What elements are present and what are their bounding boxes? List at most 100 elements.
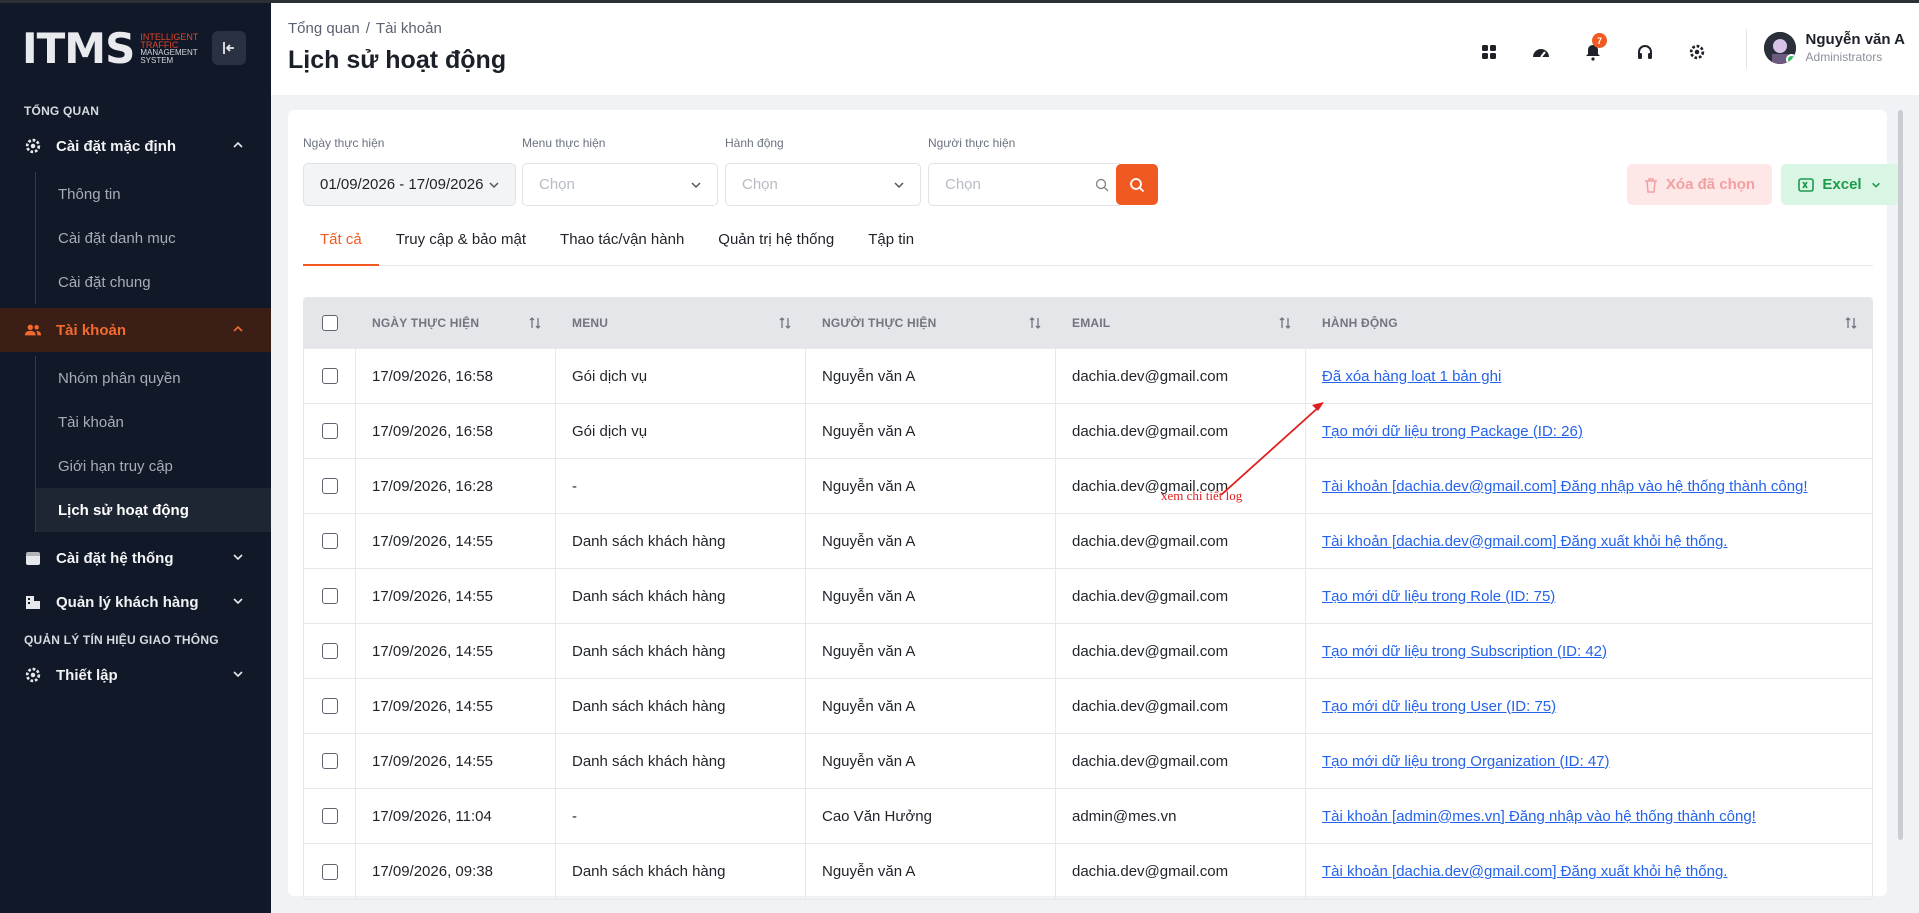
delete-selected-label: Xóa đã chọn (1665, 176, 1756, 193)
nav-default-settings[interactable]: Cài đặt mặc định (0, 124, 271, 168)
cell-email: dachia.dev@gmail.com (1056, 569, 1306, 623)
action-detail-link[interactable]: Đã xóa hàng loạt 1 bản ghi (1322, 368, 1501, 385)
table-row: 17/09/2026, 14:55 Danh sách khách hàng Ngu… (304, 569, 1872, 624)
row-checkbox[interactable] (321, 588, 338, 604)
sidebar: ITMS INTELLIGENT TRAFFIC MANAGEMENT SYST… (0, 3, 271, 913)
chevron-up-icon (233, 325, 243, 332)
sidebar-item-general-settings[interactable]: Cài đặt chung (0, 260, 271, 304)
col-action[interactable]: HÀNH ĐỘNG (1306, 298, 1872, 348)
excel-icon (1798, 177, 1815, 192)
user-info: Nguyễn văn A Administrators (1806, 31, 1905, 65)
excel-export-button[interactable]: Excel (1781, 164, 1899, 205)
table-row: 17/09/2026, 14:55 Danh sách khách hàng Ngu… (304, 679, 1872, 734)
row-checkbox[interactable] (321, 863, 338, 880)
cell-date: 17/09/2026, 16:58 (356, 404, 556, 458)
row-select-cell (304, 404, 356, 458)
action-select[interactable]: Chọn (725, 163, 921, 206)
action-detail-link[interactable]: Tài khoản [admin@mes.vn] Đăng nhập vào h… (1322, 808, 1756, 825)
action-detail-link[interactable]: Tạo mới dữ liệu trong Subscription (ID: … (1322, 643, 1607, 660)
cell-user: Nguyễn văn A (806, 514, 1056, 568)
cell-user: Cao Văn Hưởng (806, 789, 1056, 843)
tab-all[interactable]: Tất cả (303, 228, 379, 266)
action-detail-link[interactable]: Tạo mới dữ liệu trong Package (ID: 26) (1322, 423, 1583, 440)
table-row: 17/09/2026, 16:58 Gói dịch vụ Nguyễn văn A… (304, 349, 1872, 404)
collapse-sidebar-button[interactable] (212, 31, 246, 65)
search-button[interactable] (1116, 164, 1158, 205)
col-action-label: HÀNH ĐỘNG (1322, 316, 1398, 330)
row-checkbox[interactable] (321, 423, 338, 439)
cell-user: Nguyễn văn A (806, 404, 1056, 458)
sidebar-item-category-settings[interactable]: Cài đặt danh mục (0, 216, 271, 260)
tab-operations[interactable]: Thao tác/vận hành (543, 228, 701, 266)
sidebar-item-activity-history[interactable]: Lịch sử hoạt động (35, 488, 271, 532)
row-checkbox[interactable] (321, 368, 338, 384)
date-range-picker[interactable]: 01/09/2026 - 17/09/2026 (303, 163, 516, 206)
nav-setup-label: Thiết lập (56, 666, 118, 684)
nav-default-settings-label: Cài đặt mặc định (56, 137, 177, 155)
delete-selected-button[interactable]: Xóa đã chọn (1627, 164, 1772, 205)
nav-accounts[interactable]: Tài khoản (0, 308, 271, 352)
cell-menu: Danh sách khách hàng (556, 569, 806, 623)
sidebar-item-access-limits[interactable]: Giới hạn truy cập (0, 444, 271, 488)
logo: ITMS INTELLIGENT TRAFFIC MANAGEMENT SYST… (22, 28, 200, 70)
cell-action: Tạo mới dữ liệu trong Subscription (ID: … (1306, 624, 1872, 678)
tab-access-security[interactable]: Truy cập & bảo mật (379, 228, 543, 266)
action-detail-link[interactable]: Tài khoản [dachia.dev@gmail.com] Đăng xu… (1322, 533, 1727, 550)
cell-menu: Danh sách khách hàng (556, 624, 806, 678)
cell-date: 17/09/2026, 11:04 (356, 789, 556, 843)
select-all-cell (304, 298, 356, 348)
breadcrumb-overview[interactable]: Tổng quan (288, 20, 360, 37)
select-all-checkbox[interactable] (322, 315, 338, 331)
cell-user: Nguyễn văn A (806, 624, 1056, 678)
row-checkbox[interactable] (321, 478, 338, 494)
row-checkbox[interactable] (321, 808, 338, 824)
sidebar-item-permission-groups[interactable]: Nhóm phân quyền (0, 356, 271, 400)
dashboard-button[interactable] (1515, 37, 1567, 67)
action-detail-link[interactable]: Tạo mới dữ liệu trong User (ID: 75) (1322, 698, 1556, 715)
default-settings-submenu: Thông tin Cài đặt danh mục Cài đặt chung (0, 168, 271, 308)
col-email[interactable]: EMAIL (1056, 298, 1306, 348)
row-select-cell (304, 734, 356, 788)
tab-files[interactable]: Tập tin (851, 228, 931, 266)
chevron-down-icon (691, 182, 701, 189)
row-checkbox[interactable] (321, 698, 338, 714)
row-checkbox[interactable] (321, 643, 338, 659)
action-detail-link[interactable]: Tạo mới dữ liệu trong Role (ID: 75) (1322, 588, 1555, 605)
tab-system-admin[interactable]: Quản trị hệ thống (701, 228, 851, 266)
sidebar-item-info[interactable]: Thông tin (0, 172, 271, 216)
annotation-label: xem chi tiết log (1161, 488, 1243, 503)
row-checkbox[interactable] (321, 533, 338, 549)
nav-system-settings[interactable]: Cài đặt hệ thống (0, 536, 271, 580)
nav-customers[interactable]: Quản lý khách hàng (0, 580, 271, 624)
cell-menu: Gói dịch vụ (556, 349, 806, 403)
sidebar-item-accounts[interactable]: Tài khoản (0, 400, 271, 444)
cell-menu: Danh sách khách hàng (556, 734, 806, 788)
sort-icon (1279, 317, 1291, 329)
cell-action: Tài khoản [dachia.dev@gmail.com] Đăng xu… (1306, 844, 1872, 899)
action-detail-link[interactable]: Tạo mới dữ liệu trong Organization (ID: … (1322, 753, 1610, 770)
user-search-input[interactable]: Chọn (928, 163, 1124, 206)
cell-menu: Danh sách khách hàng (556, 679, 806, 733)
collapse-left-icon (223, 42, 234, 54)
breadcrumb-accounts[interactable]: Tài khoản (376, 20, 442, 37)
col-date[interactable]: NGÀY THỰC HIỆN (356, 298, 556, 348)
page-scrollbar[interactable] (1898, 110, 1903, 840)
settings-button[interactable] (1671, 37, 1723, 67)
apps-button[interactable] (1463, 37, 1515, 67)
action-detail-link[interactable]: Tài khoản [dachia.dev@gmail.com] Đăng xu… (1322, 863, 1727, 880)
action-detail-link[interactable]: Tài khoản [dachia.dev@gmail.com] Đăng nh… (1322, 478, 1808, 495)
row-select-cell (304, 789, 356, 843)
nav-setup[interactable]: Thiết lập (0, 653, 271, 697)
support-button[interactable] (1619, 37, 1671, 67)
cell-date: 17/09/2026, 14:55 (356, 679, 556, 733)
col-user[interactable]: NGƯỜI THỰC HIỆN (806, 298, 1056, 348)
col-menu[interactable]: MENU (556, 298, 806, 348)
user-menu[interactable]: Nguyễn văn A Administrators (1763, 31, 1905, 65)
sort-icon (1845, 317, 1857, 329)
row-checkbox[interactable] (321, 753, 338, 769)
table-row: 17/09/2026, 11:04- Cao Văn Hưởng admin@mes… (304, 789, 1872, 844)
notifications-button[interactable]: 7 (1567, 33, 1619, 67)
cell-menu: Danh sách khách hàng (556, 514, 806, 568)
menu-select[interactable]: Chọn (522, 163, 718, 206)
cell-action: Tạo mới dữ liệu trong Package (ID: 26) (1306, 404, 1872, 458)
